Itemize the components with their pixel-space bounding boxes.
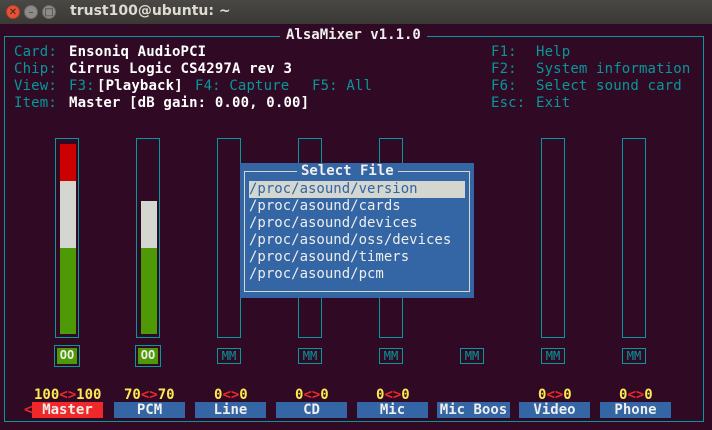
view-playback[interactable]: [Playback] — [97, 78, 183, 95]
chip-label: Chip: — [14, 61, 57, 77]
dialog-title: Select File — [297, 163, 398, 180]
volume-separator: <> — [59, 387, 77, 403]
volume-right: 100 — [76, 387, 102, 403]
file-list-item[interactable]: /proc/asound/devices — [249, 215, 465, 232]
window-title: trust100@ubuntu: ~ — [70, 3, 231, 19]
close-icon[interactable]: ✕ — [6, 5, 20, 19]
level-fill-white — [141, 201, 157, 248]
channel-name-pcm[interactable]: PCM — [114, 402, 185, 418]
chip-value: Cirrus Logic CS4297A rev 3 — [69, 61, 293, 77]
mute-toggle-muted[interactable]: MM — [622, 348, 646, 364]
volume-bar-phone[interactable] — [622, 138, 646, 338]
mute-toggle-unmuted[interactable]: OO — [138, 348, 158, 364]
view-capture[interactable]: F4: Capture — [195, 78, 289, 95]
window-titlebar: ✕ – □ trust100@ubuntu: ~ — [0, 0, 712, 25]
volume-right: 0 — [239, 387, 248, 403]
mute-toggle-muted[interactable]: MM — [460, 348, 484, 364]
select-file-dialog[interactable]: Select File /proc/asound/version/proc/as… — [240, 163, 474, 298]
mute-toggle-muted[interactable]: MM — [379, 348, 403, 364]
file-list-item[interactable]: /proc/asound/version — [249, 181, 465, 198]
card-value: Ensoniq AudioPCI — [69, 44, 207, 60]
selection-arrow: < — [24, 402, 33, 418]
mute-toggle-muted[interactable]: MM — [298, 348, 322, 364]
volume-bar-line[interactable] — [217, 138, 241, 338]
volume-left: 100 — [34, 387, 60, 403]
mute-toggle-muted[interactable]: MM — [541, 348, 565, 364]
help-label-esc: Exit — [536, 95, 571, 111]
help-key-esc: Esc: — [491, 95, 526, 111]
volume-bar-pcm[interactable] — [136, 138, 160, 338]
volume-right: 0 — [401, 387, 410, 403]
volume-separator: <> — [546, 387, 564, 403]
mute-toggle-unmuted[interactable]: OO — [57, 348, 77, 364]
channel-name-mic-boos[interactable]: Mic Boos — [437, 402, 510, 418]
help-label-f1: Help — [536, 44, 571, 60]
item-label: Item: — [14, 95, 57, 111]
file-list-item[interactable]: /proc/asound/timers — [249, 249, 465, 266]
volume-separator: <> — [627, 387, 645, 403]
volume-right: 0 — [563, 387, 572, 403]
channel-name-phone[interactable]: Phone — [600, 402, 671, 418]
level-fill-green — [141, 248, 157, 334]
view-label: View: — [14, 78, 57, 94]
level-fill-red — [60, 144, 76, 181]
volume-separator: <> — [384, 387, 402, 403]
file-list-item[interactable]: /proc/asound/cards — [249, 198, 465, 215]
volume-bar-master[interactable] — [55, 138, 79, 338]
mute-toggle-muted[interactable]: MM — [217, 348, 241, 364]
app-title: AlsaMixer v1.1.0 — [280, 27, 427, 44]
channel-name-video[interactable]: Video — [519, 402, 590, 418]
volume-separator: <> — [222, 387, 240, 403]
channel-name-cd[interactable]: CD — [276, 402, 347, 418]
level-fill-green — [60, 248, 76, 334]
volume-separator: <> — [303, 387, 321, 403]
volume-left: 70 — [124, 387, 141, 403]
volume-separator: <> — [140, 387, 158, 403]
volume-right: 70 — [157, 387, 175, 403]
minimize-icon[interactable]: – — [24, 5, 38, 19]
help-key-f2: F2: — [491, 61, 517, 77]
channel-name-mic[interactable]: Mic — [357, 402, 428, 418]
volume-right: 0 — [644, 387, 653, 403]
terminal[interactable]: AlsaMixer v1.1.0 Card: Ensoniq AudioPCI … — [0, 24, 712, 430]
volume-bar-video[interactable] — [541, 138, 565, 338]
level-fill-white — [60, 181, 76, 248]
help-key-f1: F1: — [491, 44, 517, 60]
file-list-item[interactable]: /proc/asound/oss/devices — [249, 232, 465, 249]
volume-right: 0 — [320, 387, 329, 403]
help-label-f6: Select sound card — [536, 78, 682, 94]
maximize-icon[interactable]: □ — [42, 5, 56, 19]
help-label-f2: System information — [536, 61, 691, 77]
card-label: Card: — [14, 44, 57, 60]
channel-name-master[interactable]: Master — [32, 402, 103, 418]
channel-name-line[interactable]: Line — [195, 402, 266, 418]
file-list-item[interactable]: /proc/asound/pcm — [249, 266, 465, 283]
item-value: Master [dB gain: 0.00, 0.00] — [69, 95, 310, 111]
view-f3-key: F3: — [69, 78, 95, 94]
help-key-f6: F6: — [491, 78, 517, 94]
view-all[interactable]: F5: All — [312, 78, 372, 95]
